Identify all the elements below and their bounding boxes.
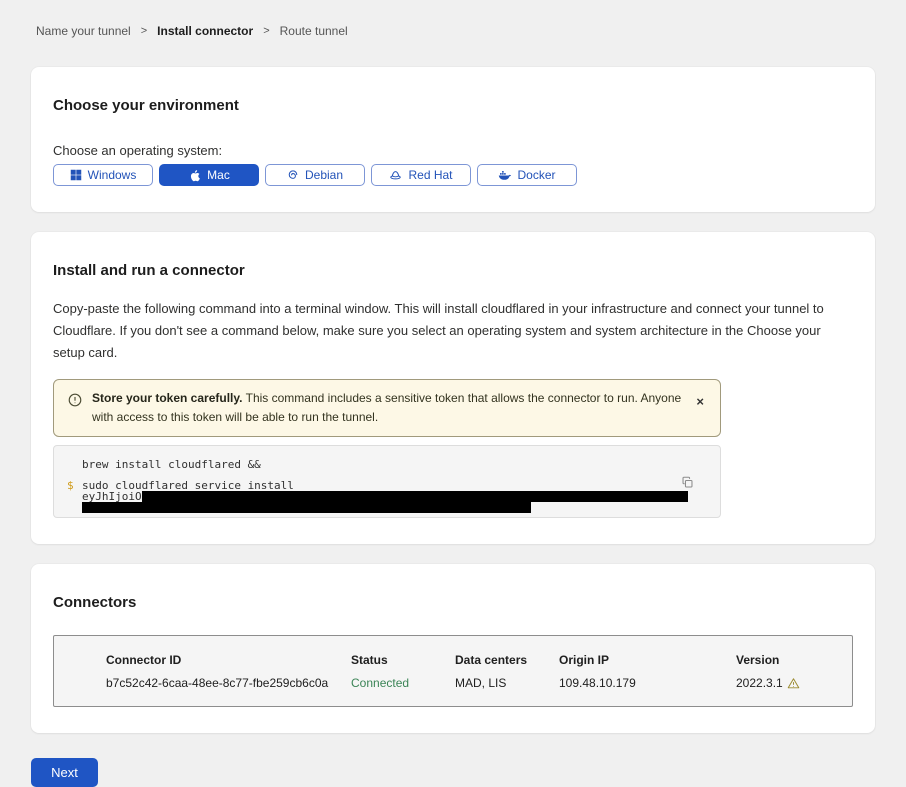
table-row: b7c52c42-6caa-48ee-8c77-fbe259cb6c0a Con… <box>106 676 852 690</box>
environment-card-title: Choose your environment <box>53 97 853 114</box>
os-button-group: Windows Mac Debian <box>53 164 853 186</box>
token-warning-banner: Store your token carefully. This command… <box>53 379 721 437</box>
column-header-status: Status <box>351 653 455 667</box>
column-header-origin-ip: Origin IP <box>559 653 736 667</box>
os-button-redhat[interactable]: Red Hat <box>371 164 471 186</box>
breadcrumb-step-install-connector[interactable]: Install connector <box>157 24 253 38</box>
connectors-table: Connector ID Status Data centers Origin … <box>53 635 853 707</box>
alert-circle-icon <box>68 393 82 412</box>
token-prefix: eyJhIjoiO <box>82 491 142 502</box>
apple-icon <box>188 169 201 182</box>
breadcrumb-step-route-tunnel[interactable]: Route tunnel <box>280 24 348 38</box>
column-header-connector-id: Connector ID <box>106 653 351 667</box>
column-header-data-centers: Data centers <box>455 653 559 667</box>
install-card-description: Copy-paste the following command into a … <box>53 298 853 364</box>
breadcrumb-separator: > <box>263 25 269 37</box>
windows-icon <box>70 169 82 181</box>
environment-card: Choose your environment Choose an operat… <box>31 67 875 212</box>
install-card-title: Install and run a connector <box>53 262 853 279</box>
docker-icon <box>498 169 511 182</box>
os-button-docker[interactable]: Docker <box>477 164 577 186</box>
token-warning-text: Store your token carefully. This command… <box>92 389 682 427</box>
breadcrumb-step-name-your-tunnel[interactable]: Name your tunnel <box>36 24 131 38</box>
os-button-label: Debian <box>305 168 343 182</box>
install-connector-card: Install and run a connector Copy-paste t… <box>31 232 875 544</box>
install-command-text: brew install cloudflared && sudo cloudfl… <box>82 459 688 515</box>
origin-ip-value: 109.48.10.179 <box>559 676 736 690</box>
os-button-label: Mac <box>207 168 230 182</box>
redhat-icon <box>389 169 402 182</box>
connector-id-value: b7c52c42-6caa-48ee-8c77-fbe259cb6c0a <box>106 676 351 690</box>
os-button-windows[interactable]: Windows <box>53 164 153 186</box>
os-button-label: Red Hat <box>408 168 452 182</box>
shell-prompt: $ <box>67 479 74 492</box>
os-select-label: Choose an operating system: <box>53 143 853 158</box>
warning-triangle-icon <box>787 677 800 690</box>
status-badge: Connected <box>351 676 455 690</box>
breadcrumb-separator: > <box>141 25 147 37</box>
command-line-2: sudo cloudflared service install <box>82 480 688 491</box>
column-header-version: Version <box>736 653 852 667</box>
os-button-label: Windows <box>88 168 137 182</box>
version-value: 2022.3.1 <box>736 676 852 690</box>
next-button[interactable]: Next <box>31 758 98 787</box>
version-number: 2022.3.1 <box>736 676 783 690</box>
debian-icon <box>287 169 299 181</box>
install-command-codeblock: $ brew install cloudflared && sudo cloud… <box>53 445 721 518</box>
redacted-token-bar <box>142 491 688 502</box>
token-warning-title: Store your token carefully. <box>92 391 243 405</box>
redacted-token-bar <box>82 502 531 513</box>
connectors-table-header: Connector ID Status Data centers Origin … <box>106 653 852 667</box>
copy-icon[interactable] <box>679 474 696 494</box>
os-button-label: Docker <box>517 168 555 182</box>
data-centers-value: MAD, LIS <box>455 676 559 690</box>
os-button-debian[interactable]: Debian <box>265 164 365 186</box>
connectors-card-title: Connectors <box>53 594 853 611</box>
command-line-1: brew install cloudflared && <box>82 459 688 470</box>
close-icon[interactable]: × <box>692 389 708 414</box>
os-button-mac[interactable]: Mac <box>159 164 259 186</box>
breadcrumb: Name your tunnel > Install connector > R… <box>0 0 906 38</box>
connectors-card: Connectors Connector ID Status Data cent… <box>31 564 875 733</box>
